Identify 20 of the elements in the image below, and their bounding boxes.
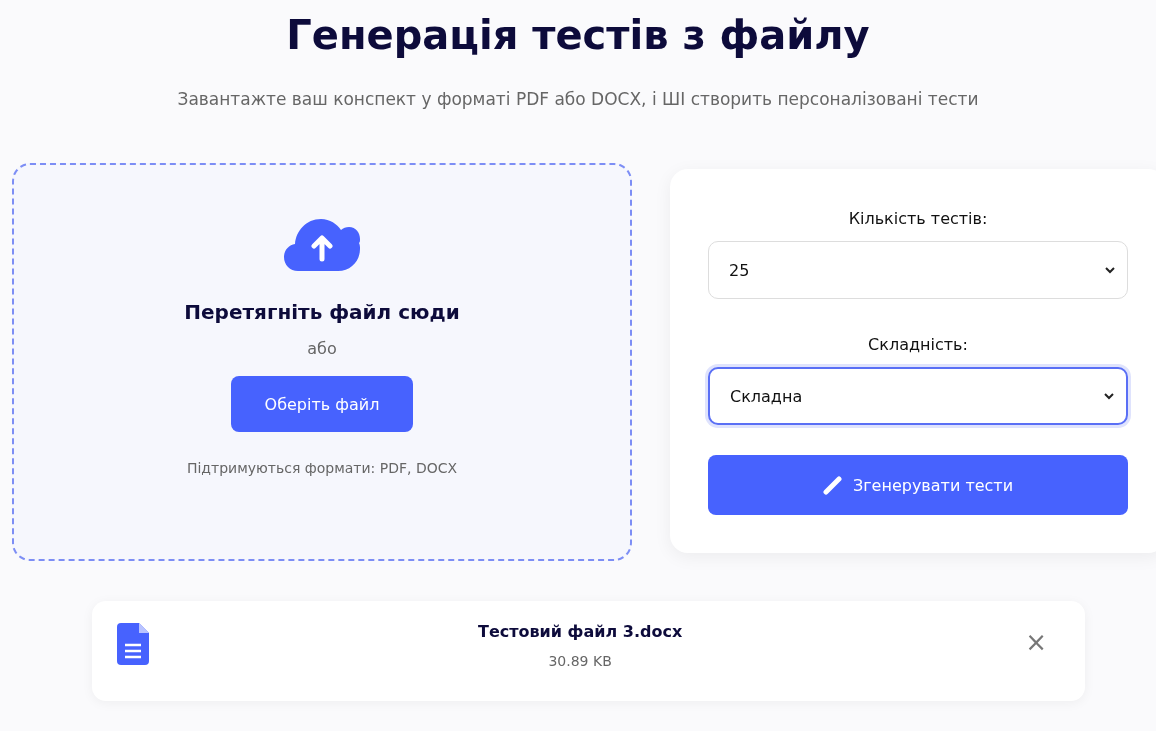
file-name: Тестовий файл 3.docx <box>477 621 683 643</box>
file-size: 30.89 KB <box>548 653 612 669</box>
page-subtitle: Завантажте ваш конспект у форматі PDF або DOCX, і ШІ створить персоналізовані тести <box>176 88 980 111</box>
choose-file-button[interactable]: Оберіть файл <box>231 376 413 432</box>
field-label: Кількість тестів: <box>847 208 989 230</box>
dropdown-field[interactable]: Складна <box>708 367 1128 425</box>
page-title: Генерація тестів з файлу <box>286 11 870 60</box>
file-drop-zone[interactable]: Перетягніть файл сюди або Оберіть файл Підтримуються формати: PDF, DOCX <box>12 163 632 561</box>
cloud-upload-icon <box>284 219 360 271</box>
document-icon <box>117 623 149 665</box>
close-button[interactable]: × <box>1011 629 1061 655</box>
generate-tests-button[interactable]: Згенерувати тести <box>708 455 1128 515</box>
field-label: Складність: <box>867 334 969 356</box>
chevron-down-icon <box>1104 392 1114 400</box>
pencil-icon <box>822 475 843 495</box>
formats-note: Підтримуються формати: PDF, DOCX <box>186 460 458 476</box>
chevron-down-icon <box>1105 266 1115 274</box>
or-text: або <box>307 339 337 358</box>
dropdown-field[interactable]: 25 <box>708 241 1128 299</box>
drop-heading: Перетягніть файл сюди <box>184 299 460 326</box>
